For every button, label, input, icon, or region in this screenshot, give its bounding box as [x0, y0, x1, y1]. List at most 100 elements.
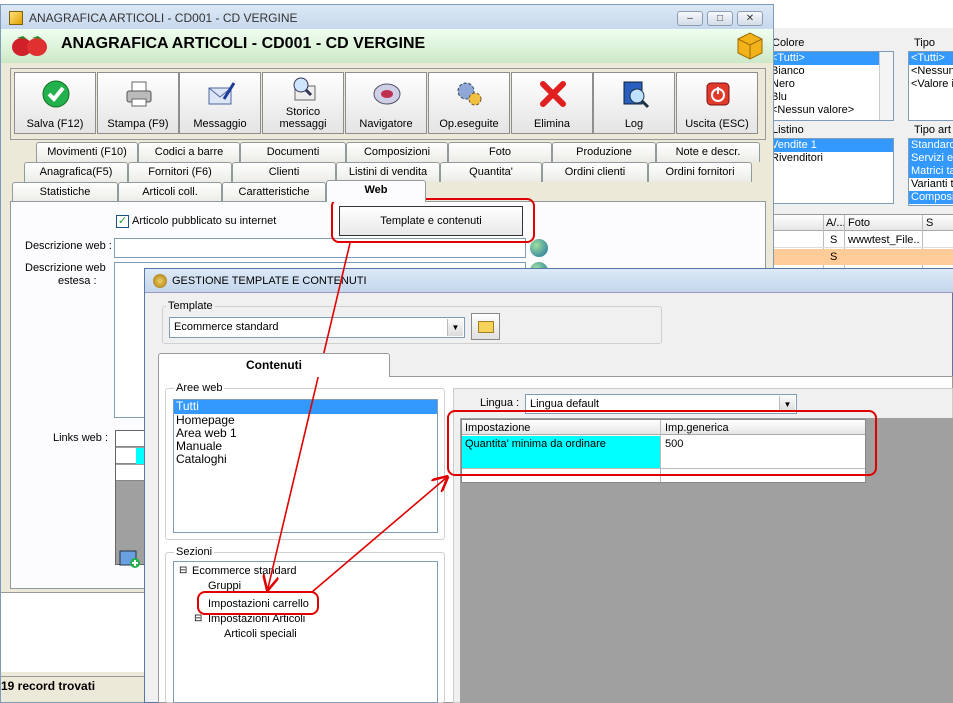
aree-web-list[interactable]: Tutti Homepage Area web 1 Manuale Catalo…: [173, 399, 438, 533]
messaggio-button[interactable]: Messaggio: [179, 72, 261, 134]
tab-produzione[interactable]: Produzione: [552, 142, 656, 162]
tab-statistiche[interactable]: Statistiche: [12, 182, 118, 202]
list-item[interactable]: Tutti: [174, 400, 437, 414]
list-item[interactable]: Vendite 1: [769, 139, 893, 152]
tree-item-gruppi[interactable]: Gruppi: [208, 580, 241, 592]
list-item[interactable]: Nero: [769, 78, 893, 91]
list-item[interactable]: <Nessun: [909, 65, 953, 78]
grid-cell: S: [830, 234, 838, 246]
tab-documenti[interactable]: Documenti: [240, 142, 346, 162]
list-item[interactable]: Bianco: [769, 65, 893, 78]
descrizione-estesa-label: Descrizione web: [25, 262, 106, 274]
tab-articoli-coll[interactable]: Articoli coll.: [118, 182, 222, 202]
tab-ordini-fornitori[interactable]: Ordini fornitori: [648, 162, 752, 182]
table-row[interactable]: [770, 249, 953, 265]
tree-item-articoli-speciali[interactable]: Articoli speciali: [224, 628, 297, 640]
folder-button[interactable]: [471, 313, 500, 340]
tab-codici-a-barre[interactable]: Codici a barre: [138, 142, 240, 162]
check-icon: [41, 79, 71, 109]
grid-cell: wwwtest_File...: [848, 234, 920, 246]
tree-expander[interactable]: ⊟: [194, 613, 202, 624]
tree-item-impostazioni-carrello[interactable]: Impostazioni carrello: [208, 598, 309, 610]
links-grid[interactable]: [115, 430, 145, 565]
tab-quantita[interactable]: Quantita': [440, 162, 542, 182]
articles-grid[interactable]: A/... Foto S S wwwtest_File... S: [770, 214, 953, 269]
tree-expander[interactable]: ⊟: [179, 565, 187, 576]
tab-foto[interactable]: Foto: [448, 142, 552, 162]
storico-messaggi-button[interactable]: Storico messaggi: [262, 72, 344, 134]
grid-header-impostazione[interactable]: Impostazione: [465, 422, 530, 434]
navigatore-label: Navigatore: [359, 118, 413, 130]
lingua-select[interactable]: Lingua default ▼: [525, 394, 797, 414]
grid-header-imp-generica[interactable]: Imp.generica: [665, 422, 729, 434]
scrollbar[interactable]: [879, 52, 893, 120]
descrizione-web-label: Descrizione web :: [25, 240, 112, 252]
grid-header[interactable]: S: [926, 217, 933, 229]
op-eseguite-button[interactable]: Op.eseguite: [428, 72, 510, 134]
listino-list[interactable]: Vendite 1 Rivenditori: [768, 138, 894, 204]
add-link-icon[interactable]: [118, 547, 142, 569]
page-header: ANAGRAFICA ARTICOLI - CD001 - CD VERGINE: [61, 35, 426, 52]
list-item[interactable]: Varianti t: [909, 178, 953, 191]
tab-movimenti[interactable]: Movimenti (F10): [36, 142, 138, 162]
gears-icon: [455, 79, 485, 109]
list-item[interactable]: <Nessun valore>: [769, 104, 893, 117]
messaggio-label: Messaggio: [193, 118, 247, 130]
tab-contenuti[interactable]: Contenuti: [158, 353, 390, 377]
list-item[interactable]: <Valore i: [909, 78, 953, 91]
list-item[interactable]: <Tutti>: [909, 52, 953, 65]
list-item[interactable]: Cataloghi: [174, 453, 437, 466]
list-item[interactable]: Blu: [769, 91, 893, 104]
tab-anagrafica[interactable]: Anagrafica(F5): [24, 162, 128, 182]
chevron-down-icon[interactable]: ▼: [779, 396, 795, 412]
tree-item-impostazioni-articoli[interactable]: Impostazioni Articoli: [208, 613, 305, 625]
navigatore-button[interactable]: Navigatore: [345, 72, 427, 134]
tab-fornitori[interactable]: Fornitori (F6): [128, 162, 232, 182]
uscita-button[interactable]: Uscita (ESC): [676, 72, 758, 134]
list-item[interactable]: Standard: [909, 139, 953, 152]
op-eseguite-label: Op.eseguite: [439, 118, 499, 130]
template-e-contenuti-button[interactable]: Template e contenuti: [339, 206, 523, 236]
red-x-icon: [538, 79, 568, 109]
colore-list[interactable]: <Tutti> Bianco Nero Blu <Nessun valore>: [768, 51, 894, 121]
list-item[interactable]: Composi: [909, 191, 953, 204]
grid-cell-valore[interactable]: 500: [665, 438, 683, 450]
stampa-button[interactable]: Stampa (F9): [97, 72, 179, 134]
minimize-button[interactable]: –: [677, 11, 703, 26]
maximize-button[interactable]: □: [707, 11, 733, 26]
chevron-down-icon[interactable]: ▼: [447, 319, 463, 336]
tab-ordini-clienti[interactable]: Ordini clienti: [542, 162, 648, 182]
tree-root[interactable]: Ecommerce standard: [192, 565, 297, 577]
dialog-gear-icon: [153, 274, 167, 288]
checkbox-label: Articolo pubblicato su internet: [132, 215, 277, 227]
list-item[interactable]: Servizi e: [909, 152, 953, 165]
close-button[interactable]: ✕: [737, 11, 763, 26]
tab-note-e-descr[interactable]: Note e descr.: [656, 142, 760, 162]
sezioni-tree[interactable]: ⊟ Ecommerce standard Gruppi Impostazioni…: [173, 561, 438, 703]
list-item[interactable]: <Tutti>: [769, 52, 893, 65]
tab-caratteristiche[interactable]: Caratteristiche: [222, 182, 326, 202]
tab-clienti[interactable]: Clienti: [232, 162, 336, 182]
grid-header[interactable]: A/...: [826, 217, 846, 229]
tab-web[interactable]: Web: [326, 180, 426, 202]
tipo-articolo-list[interactable]: Standard Servizi e Matrici ta Varianti t…: [908, 138, 953, 206]
tab-composizioni[interactable]: Composizioni: [346, 142, 448, 162]
checkbox-articolo-pubblicato[interactable]: ✓: [116, 215, 129, 228]
grid-header-foto[interactable]: Foto: [848, 217, 870, 229]
elimina-button[interactable]: Elimina: [511, 72, 593, 134]
elimina-label: Elimina: [533, 118, 571, 130]
descrizione-web-input[interactable]: [114, 238, 526, 258]
globe-icon[interactable]: [530, 239, 548, 257]
list-item[interactable]: Rivenditori: [769, 152, 893, 165]
log-button[interactable]: Log: [593, 72, 675, 134]
template-select-value: Ecommerce standard: [174, 321, 279, 333]
salva-button[interactable]: Salva (F12): [14, 72, 96, 134]
storico-messaggi-label: Storico messaggi: [279, 106, 327, 130]
template-select[interactable]: Ecommerce standard ▼: [169, 317, 465, 338]
list-item[interactable]: Matrici ta: [909, 165, 953, 178]
impostazioni-grid[interactable]: Impostazione Imp.generica Quantita' mini…: [461, 419, 866, 483]
tab-listini-di-vendita[interactable]: Listini di vendita: [336, 162, 440, 182]
tipo-list[interactable]: <Tutti> <Nessun <Valore i: [908, 51, 953, 121]
template-group-label: Template: [166, 300, 215, 312]
stampa-label: Stampa (F9): [107, 118, 169, 130]
